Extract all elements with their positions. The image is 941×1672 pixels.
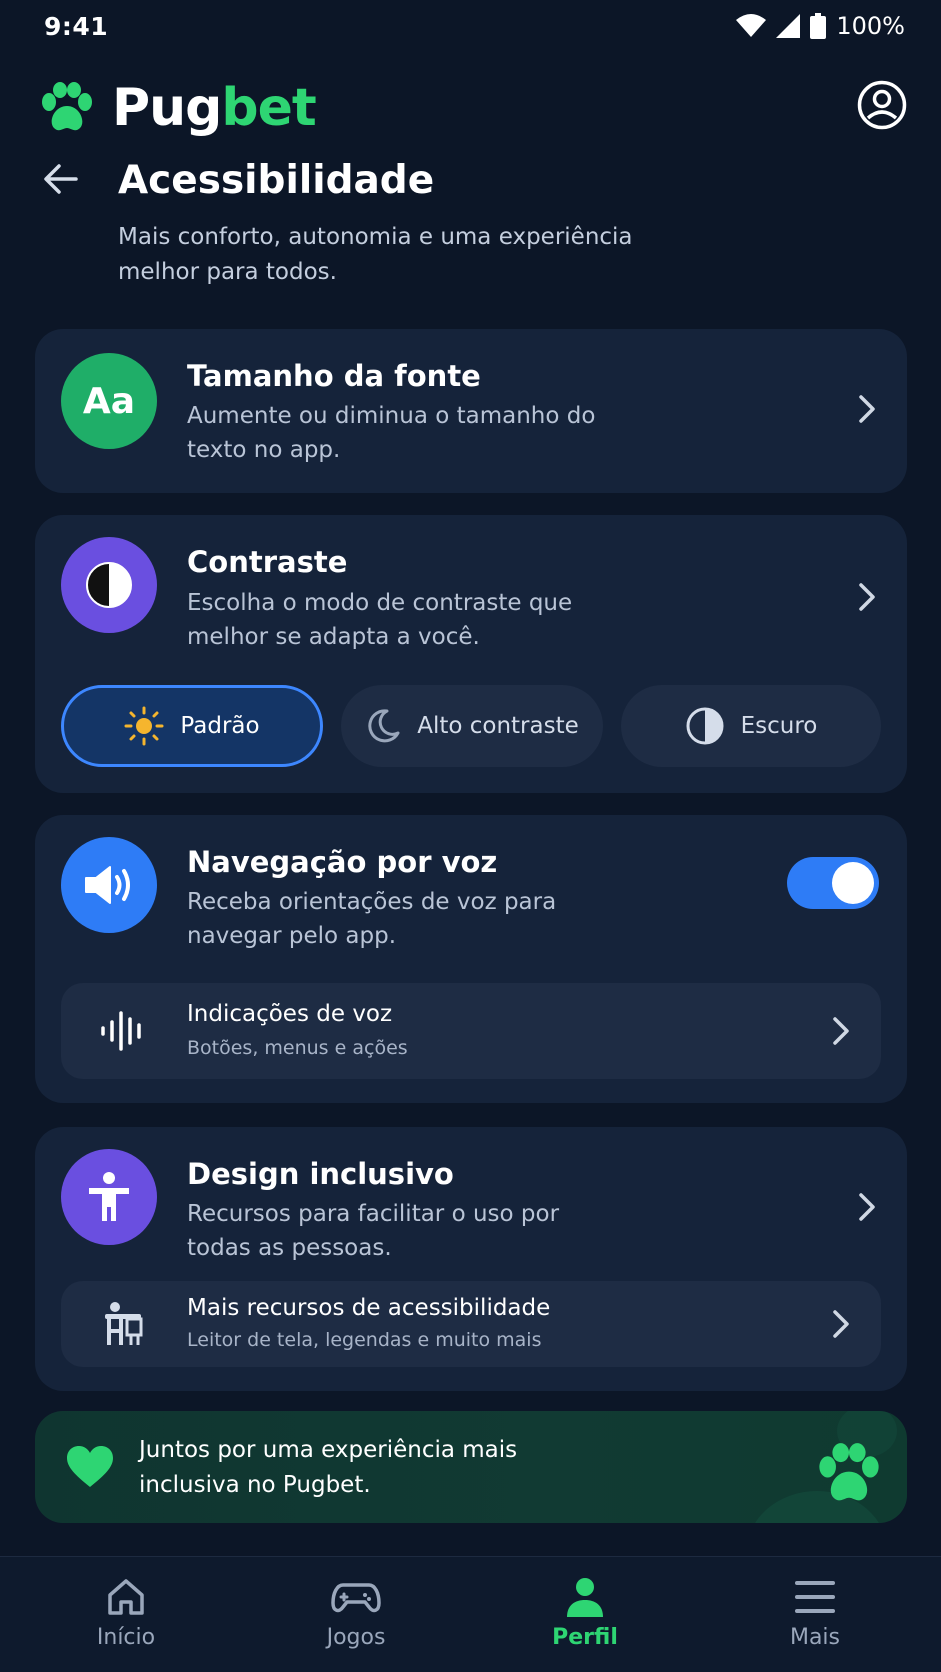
profile-icon[interactable] <box>857 80 907 130</box>
contrast-option-alto-contraste[interactable]: Alto contraste <box>341 685 603 767</box>
chevron-right-icon <box>833 1017 849 1045</box>
inclusive-banner: Juntos por uma experiência mais inclusiv… <box>35 1411 907 1523</box>
moon-icon <box>368 709 400 743</box>
nav-item-perfil[interactable]: Perfil <box>515 1575 655 1650</box>
accessibility-person-icon <box>89 1172 129 1221</box>
voice-indications-title: Indicações de voz <box>187 1001 393 1027</box>
reader-person-icon <box>105 1302 143 1345</box>
chevron-right-icon[interactable] <box>857 581 877 613</box>
half-circle-icon <box>686 707 724 745</box>
nav-label: Perfil <box>552 1625 618 1650</box>
speaker-volume-icon <box>85 866 130 904</box>
more-accessibility-row[interactable]: Mais recursos de acessibilidade Leitor d… <box>61 1281 881 1367</box>
menu-icon <box>795 1581 835 1613</box>
status-time: 9:41 <box>44 12 109 41</box>
battery-percent: 100% <box>836 12 905 40</box>
font-size-icon: Aa <box>61 353 157 449</box>
heart-icon <box>67 1446 113 1487</box>
gamepad-icon <box>331 1583 381 1613</box>
wifi-icon <box>736 14 767 37</box>
font-size-title: Tamanho da fonte <box>187 359 481 393</box>
pugbet-logo[interactable]: Pugbet <box>40 78 317 138</box>
voice-navigation-title: Navegação por voz <box>187 845 498 879</box>
contrast-option-label: Escuro <box>740 713 818 739</box>
page-subtitle: Mais conforto, autonomia e uma experiênc… <box>118 224 633 285</box>
inclusive-design-card: Design inclusivo Recursos para facilitar… <box>35 1127 907 1391</box>
nav-label: Jogos <box>326 1625 386 1650</box>
more-accessibility-title: Mais recursos de acessibilidade <box>187 1295 551 1321</box>
more-accessibility-desc: Leitor de tela, legendas e muito mais <box>187 1329 542 1351</box>
home-icon <box>108 1579 144 1615</box>
nav-item-inicio[interactable]: Início <box>56 1575 196 1650</box>
status-icons: 100% <box>736 12 905 40</box>
page-title: Acessibilidade <box>118 158 435 203</box>
nav-item-jogos[interactable]: Jogos <box>286 1575 426 1650</box>
nav-label: Início <box>96 1625 156 1650</box>
font-size-card[interactable]: Aa Tamanho da fonte Aumente ou diminua o… <box>35 329 907 493</box>
contrast-option-escuro[interactable]: Escuro <box>621 685 881 767</box>
inclusive-design-desc: Recursos para facilitar o uso por todas … <box>187 1201 560 1261</box>
contrast-option-padrao[interactable]: Padrão <box>61 685 323 767</box>
sun-icon <box>124 706 164 746</box>
logo-text: Pugbet <box>112 78 317 138</box>
contrast-title: Contraste <box>187 545 348 579</box>
signal-icon <box>776 14 801 38</box>
contrast-option-label: Padrão <box>180 713 260 739</box>
person-icon <box>567 1578 603 1617</box>
chevron-right-icon <box>859 395 875 423</box>
chevron-right-icon[interactable] <box>857 1191 877 1223</box>
contrast-option-label: Alto contraste <box>417 713 579 739</box>
sound-wave-icon <box>101 1011 141 1051</box>
banner-text: Juntos por uma experiência mais inclusiv… <box>139 1437 518 1498</box>
contrast-icon <box>61 537 157 633</box>
font-size-desc: Aumente ou diminua o tamanho do texto no… <box>187 403 596 463</box>
voice-navigation-desc: Receba orientações de voz para navegar p… <box>187 889 557 949</box>
contrast-card: Contraste Escolha o modo de contraste qu… <box>35 515 907 793</box>
voice-indications-desc: Botões, menus e ações <box>187 1037 408 1059</box>
nav-label: Mais <box>789 1625 841 1650</box>
font-size-icon-label: Aa <box>82 380 136 422</box>
voice-navigation-toggle[interactable] <box>787 857 879 909</box>
toggle-knob <box>832 862 874 904</box>
chevron-right-icon <box>833 1310 849 1338</box>
bottom-navigation: Início Jogos Perfil Mais <box>0 1556 941 1672</box>
paw-logo-icon <box>42 82 92 131</box>
inclusive-design-title: Design inclusivo <box>187 1157 454 1191</box>
voice-indications-row[interactable]: Indicações de voz Botões, menus e ações <box>61 983 881 1079</box>
nav-item-mais[interactable]: Mais <box>745 1575 885 1650</box>
paw-icon <box>819 1443 879 1501</box>
accessibility-icon <box>61 1149 157 1245</box>
battery-icon <box>810 13 827 39</box>
back-arrow-icon[interactable] <box>42 160 80 198</box>
contrast-half-icon <box>86 562 132 608</box>
voice-navigation-card: Navegação por voz Receba orientações de … <box>35 815 907 1103</box>
contrast-desc: Escolha o modo de contraste que melhor s… <box>187 590 573 650</box>
speaker-icon <box>61 837 157 933</box>
